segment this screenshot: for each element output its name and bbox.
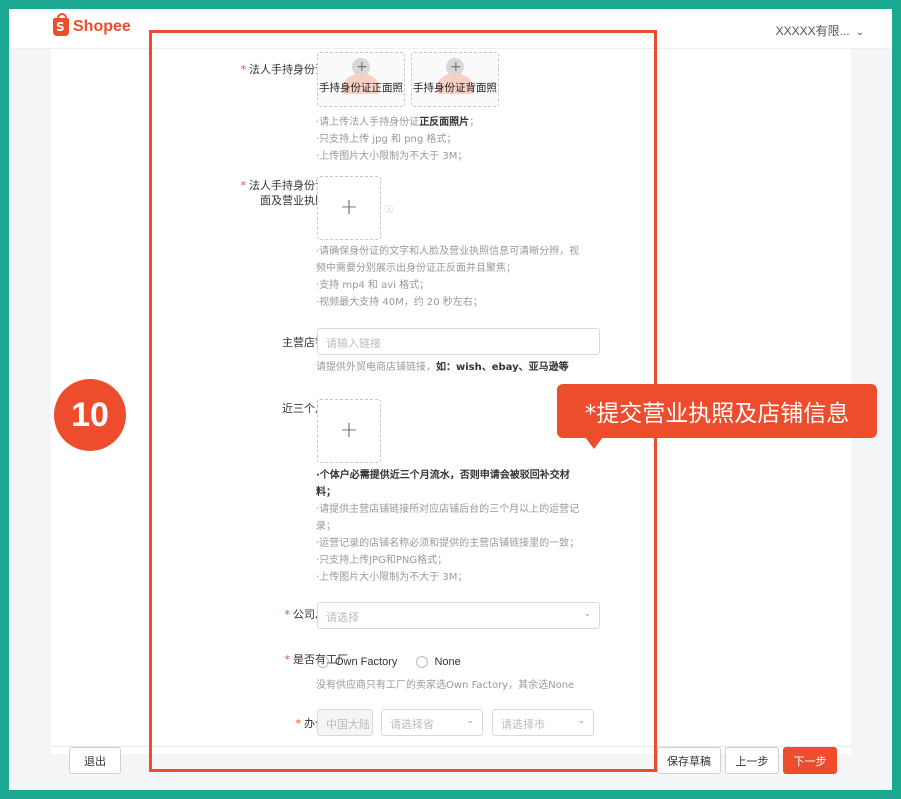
city-placeholder: 请选择市 (501, 718, 545, 731)
callout-label: *提交营业执照及店铺信息 (557, 384, 877, 438)
plus-icon: + (356, 59, 368, 75)
radio-circle (416, 656, 429, 668)
store-link-hint: 请提供外贸电商店铺链接，如：wish、ebay、亚马逊等 (316, 362, 569, 373)
chevron-down-icon: ⌄ (577, 716, 585, 726)
shopping-bag-icon: S (53, 13, 69, 36)
save-draft-button[interactable]: 保存草稿 (657, 747, 721, 774)
id-photo-hints: ·请上传法人手持身份证正反面照片； ·只支持上传 jpg 和 png 格式； ·… (316, 117, 480, 162)
country-value: 中国大陆 (326, 718, 370, 731)
radio-label: Own Factory (335, 656, 398, 668)
step-number-badge: 10 (54, 379, 126, 451)
shopee-logo[interactable]: S Shopee (53, 13, 131, 36)
flow-upload[interactable]: + (317, 399, 381, 463)
chevron-down-icon: ⌄ (583, 609, 591, 619)
next-button[interactable]: 下一步 (783, 747, 837, 774)
radio-circle (317, 656, 329, 668)
top-bar: S Shopee XXXXX有限... ⌄ (9, 9, 892, 49)
video-upload[interactable]: + (317, 176, 381, 240)
factory-hint: 没有供应商只有工厂的卖家选Own Factory，其余选None (316, 680, 575, 691)
store-link-placeholder: 请输入链接 (326, 337, 381, 350)
headcount-placeholder: 请选择 (326, 611, 359, 624)
flow-hints: ·个体户必需提供近三个月流水，否则申请会被驳回补交材 料； ·请提供主营店铺链接… (316, 470, 580, 583)
headcount-select[interactable]: 请选择 ⌄ (317, 602, 600, 629)
id-front-caption: 手持身份证正面照 (319, 82, 403, 94)
screenshot-frame: S Shopee XXXXX有限... ⌄ * 法人手持身份证照片 + 手持身份证正… (0, 0, 901, 799)
plus-icon: + (450, 59, 462, 75)
id-front-upload[interactable]: + 手持身份证正面照 (317, 52, 405, 107)
store-link-input[interactable]: 请输入链接 (317, 328, 600, 355)
radio-label: None (434, 656, 461, 668)
account-menu[interactable]: XXXXX有限... ⌄ (776, 22, 864, 39)
radio-none[interactable]: None (416, 656, 461, 668)
info-icon[interactable]: ⓘ (385, 204, 393, 215)
prev-button[interactable]: 上一步 (725, 747, 779, 774)
video-hints: ·请确保身份证的文字和人脸及营业执照信息可清晰分辨，视 频中需要分别展示出身份证… (316, 246, 580, 308)
province-select[interactable]: 请选择省 ⌄ (381, 709, 483, 736)
id-back-upload[interactable]: + 手持身份证背面照 (411, 52, 499, 107)
callout-tail (585, 437, 603, 449)
country-field: 中国大陆 (317, 709, 373, 736)
chevron-down-icon: ⌄ (855, 27, 864, 38)
account-name: XXXXX有限... (775, 24, 850, 38)
province-placeholder: 请选择省 (390, 718, 434, 731)
id-back-caption: 手持身份证背面照 (413, 82, 497, 94)
city-select[interactable]: 请选择市 ⌄ (492, 709, 594, 736)
plus-icon: + (339, 418, 359, 443)
factory-radio-group: Own Factory None (317, 653, 475, 672)
plus-icon: + (339, 195, 359, 220)
exit-button[interactable]: 退出 (69, 747, 121, 774)
radio-own-factory[interactable]: Own Factory (317, 656, 397, 668)
logo-text: Shopee (73, 18, 131, 35)
chevron-down-icon: ⌄ (466, 716, 474, 726)
